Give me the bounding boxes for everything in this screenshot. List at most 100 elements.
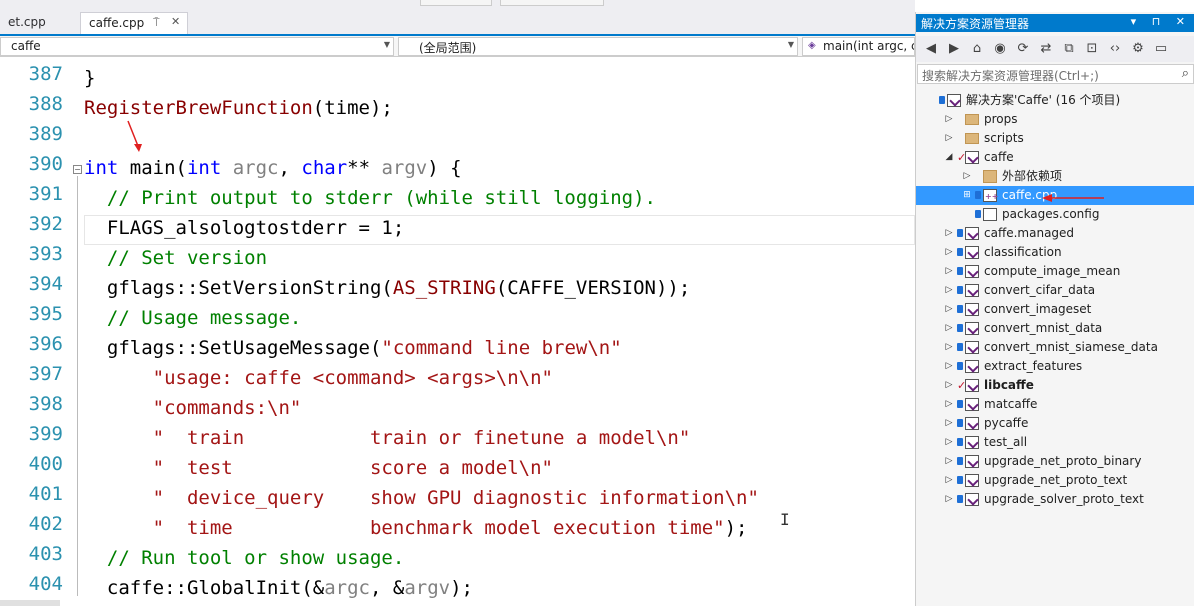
- window-controls[interactable]: ▾ ⊓ ✕: [1131, 15, 1191, 28]
- tab-caffe-cpp[interactable]: caffe.cpp ⍑ ✕: [80, 12, 188, 34]
- code-token: argv: [381, 157, 428, 179]
- folder-icon: [965, 133, 979, 144]
- code-text[interactable]: } RegisterBrewFunction(time); int main(int…: [84, 57, 915, 606]
- source-control-lock-icon: [939, 96, 945, 104]
- code-token: (time);: [312, 97, 393, 119]
- expander-icon[interactable]: ▷: [944, 110, 954, 129]
- tree-item-label: convert_cifar_data: [984, 283, 1096, 297]
- expander-icon[interactable]: ▷: [944, 243, 954, 262]
- tree-item[interactable]: ▷ classification: [916, 243, 1194, 262]
- toolbar-dropdown[interactable]: [500, 0, 604, 6]
- toolbar-dropdown[interactable]: [420, 0, 492, 6]
- member-dropdown[interactable]: ◈ main(int argc, c: [802, 37, 915, 56]
- tree-item[interactable]: ▷ matcaffe: [916, 395, 1194, 414]
- tree-item[interactable]: ▷ 外部依赖项: [916, 167, 1194, 186]
- code-token: // Set version: [84, 247, 268, 269]
- cpp-icon: [983, 187, 998, 206]
- source-control-lock-icon: [975, 191, 981, 199]
- expander-icon[interactable]: ▷: [944, 452, 954, 471]
- code-token: "usage: caffe <command> <args>\n\n": [84, 367, 553, 389]
- preview-icon[interactable]: ▭: [1152, 40, 1170, 58]
- line-number: 390: [28, 153, 63, 175]
- properties-icon[interactable]: ⚙: [1129, 40, 1147, 58]
- tree-item[interactable]: ▷ convert_cifar_data: [916, 281, 1194, 300]
- tree-item[interactable]: ▷ extract_features: [916, 357, 1194, 376]
- tree-item[interactable]: ▷ convert_imageset: [916, 300, 1194, 319]
- tree-item[interactable]: ▷ upgrade_net_proto_text: [916, 471, 1194, 490]
- collapse-all-icon[interactable]: ⧉: [1060, 40, 1078, 58]
- code-view-icon[interactable]: ‹›: [1106, 40, 1124, 58]
- tree-item[interactable]: 解决方案'Caffe' (16 个项目): [916, 91, 1194, 110]
- expander-icon[interactable]: ▷: [944, 319, 954, 338]
- tree-item[interactable]: ▷ props: [916, 110, 1194, 129]
- tab-label: et.cpp: [8, 15, 46, 29]
- tree-item[interactable]: ▷ convert_mnist_siamese_data: [916, 338, 1194, 357]
- source-control-lock-icon: [957, 324, 963, 332]
- code-line: // Run tool or show usage.: [84, 543, 404, 573]
- code-line: " device_query show GPU diagnostic infor…: [84, 483, 759, 513]
- tree-item[interactable]: ▷ upgrade_solver_proto_text: [916, 490, 1194, 509]
- expander-icon[interactable]: ▷: [944, 395, 954, 414]
- tree-item[interactable]: ▷ compute_image_mean: [916, 262, 1194, 281]
- line-number: 401: [28, 483, 63, 505]
- tree-item[interactable]: packages.config: [916, 205, 1194, 224]
- expander-icon[interactable]: ▷: [944, 376, 954, 395]
- cfg-icon: [983, 208, 997, 221]
- expander-icon[interactable]: ▷: [944, 471, 954, 490]
- expander-icon[interactable]: ▷: [944, 281, 954, 300]
- code-line: }: [84, 63, 95, 93]
- scope-dropdown[interactable]: (全局范围) ▼: [398, 37, 798, 56]
- sync-icon[interactable]: ⇄: [1037, 40, 1055, 58]
- history-icon[interactable]: ⟳: [1014, 40, 1032, 58]
- expander-icon[interactable]: ▷: [944, 490, 954, 509]
- proj-icon: [965, 360, 979, 373]
- tree-item[interactable]: ▷ scripts: [916, 129, 1194, 148]
- expander-icon[interactable]: ⊞: [962, 186, 972, 205]
- expander-icon[interactable]: ◢: [944, 148, 954, 167]
- solution-search-input[interactable]: 搜索解决方案资源管理器(Ctrl+;) ⌕: [917, 64, 1194, 84]
- code-line: " time benchmark model execution time");: [84, 513, 748, 543]
- back-icon[interactable]: ◀: [922, 40, 940, 58]
- tree-item[interactable]: ▷ caffe.managed: [916, 224, 1194, 243]
- globe-icon[interactable]: ◉: [991, 40, 1009, 58]
- expander-icon[interactable]: ▷: [944, 433, 954, 452]
- magnifier-icon[interactable]: ⌕: [1182, 66, 1189, 81]
- show-all-files-icon[interactable]: ⊡: [1083, 40, 1101, 58]
- close-icon[interactable]: ✕: [171, 15, 180, 28]
- code-token: argv: [404, 577, 451, 599]
- source-control-lock-icon: [957, 305, 963, 313]
- expander-icon[interactable]: ▷: [944, 414, 954, 433]
- line-number: 403: [28, 543, 63, 565]
- tree-item[interactable]: ▷ test_all: [916, 433, 1194, 452]
- expander-icon[interactable]: ▷: [944, 129, 954, 148]
- tree-item[interactable]: ▷ convert_mnist_data: [916, 319, 1194, 338]
- collapse-icon[interactable]: −: [73, 165, 82, 174]
- home-icon[interactable]: ⌂: [968, 40, 986, 58]
- pin-icon[interactable]: ⍑: [153, 16, 160, 30]
- proj-icon: [965, 341, 979, 354]
- folder-icon: [965, 114, 979, 125]
- source-control-lock-icon: [957, 457, 963, 465]
- project-dropdown[interactable]: caffe ▼: [0, 37, 394, 56]
- tree-item[interactable]: ▷ upgrade_net_proto_binary: [916, 452, 1194, 471]
- tab-previous-file[interactable]: et.cpp: [0, 12, 76, 34]
- tree-item[interactable]: ▷ ✓ libcaffe: [916, 376, 1194, 395]
- expander-icon[interactable]: ▷: [944, 338, 954, 357]
- expander-icon[interactable]: ▷: [962, 167, 972, 186]
- panel-title: 解决方案资源管理器: [921, 17, 1030, 31]
- tree-item-label: upgrade_net_proto_text: [984, 473, 1128, 487]
- code-token: (CAFFE_VERSION));: [495, 277, 691, 299]
- expander-icon[interactable]: ▷: [944, 357, 954, 376]
- expander-icon[interactable]: ▷: [944, 262, 954, 281]
- proj-icon: [965, 455, 979, 468]
- tree-item[interactable]: ◢ ✓ caffe: [916, 148, 1194, 167]
- code-token: ,: [278, 157, 302, 179]
- horizontal-scrollbar[interactable]: [0, 600, 60, 606]
- expander-icon[interactable]: ▷: [944, 224, 954, 243]
- tree-item-label: caffe.managed: [984, 226, 1075, 240]
- forward-icon[interactable]: ▶: [945, 40, 963, 58]
- tree-item[interactable]: ▷ pycaffe: [916, 414, 1194, 433]
- tree-item-label: matcaffe: [984, 397, 1038, 411]
- expander-icon[interactable]: ▷: [944, 300, 954, 319]
- code-token: gflags::SetVersionString(: [84, 277, 393, 299]
